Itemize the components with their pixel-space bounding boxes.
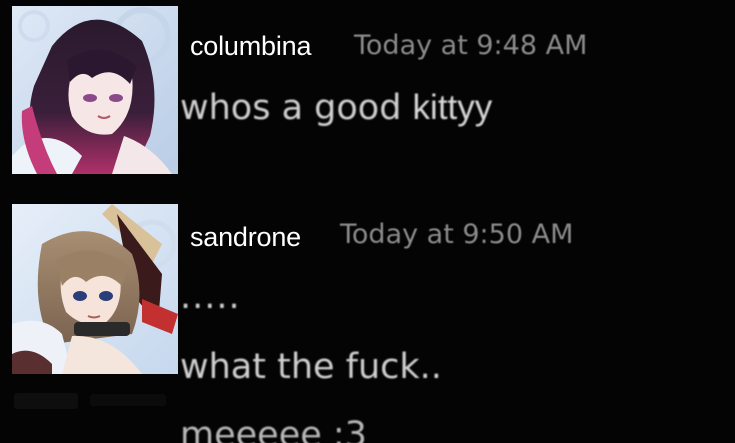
faint-ui-artifact xyxy=(14,393,78,409)
message-text: what the fuck.. xyxy=(180,347,442,387)
chat-message-list: columbina Today at 9:48 AM whos a good k… xyxy=(0,0,735,443)
user-avatar[interactable] xyxy=(12,6,178,174)
character-avatar-icon xyxy=(12,204,178,374)
message-text: ..... xyxy=(180,277,241,317)
username[interactable]: sandrone xyxy=(190,222,301,253)
message-text-part: whos a good xyxy=(180,88,413,128)
timestamp: Today at 9:48 AM xyxy=(354,30,588,61)
faint-ui-artifact xyxy=(90,394,166,406)
message-text-part: kittyy xyxy=(412,88,493,127)
message-text-cutoff: meeeee :3 xyxy=(180,415,367,443)
timestamp: Today at 9:50 AM xyxy=(340,219,574,250)
character-avatar-icon xyxy=(12,6,178,174)
user-avatar[interactable] xyxy=(12,204,178,374)
username[interactable]: columbina xyxy=(190,31,311,62)
message-text: whos a good kittyy xyxy=(180,88,492,128)
message-text: meeeee :3 xyxy=(180,415,367,443)
